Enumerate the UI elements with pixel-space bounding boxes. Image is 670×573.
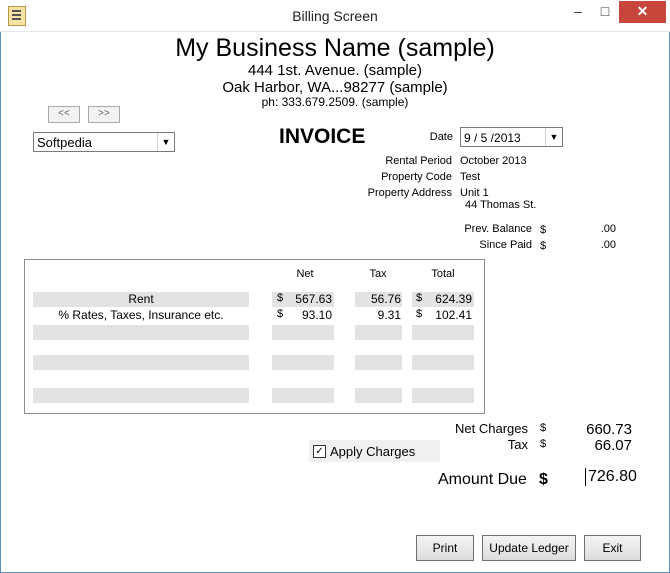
- property-address-line-2: 44 Thomas St.: [465, 199, 537, 211]
- address-line-1: 444 1st. Avenue. (sample): [248, 62, 422, 79]
- prev-balance-label: Prev. Balance: [464, 223, 532, 235]
- apply-charges-checkbox[interactable]: ✓ Apply Charges: [309, 440, 440, 462]
- charge-row-1-total: 624.39: [435, 292, 472, 306]
- charge-row-1-total-currency: $: [416, 292, 423, 304]
- charge-row-2-total-currency: $: [416, 308, 423, 320]
- date-label: Date: [429, 131, 453, 143]
- property-code-value: Test: [460, 171, 481, 183]
- prev-record-button[interactable]: <<: [48, 106, 80, 123]
- apply-charges-check-icon[interactable]: ✓: [313, 445, 326, 458]
- property-address-line-1: Unit 1: [460, 187, 489, 199]
- since-paid-label: Since Paid: [479, 239, 532, 251]
- charge-row-2-tax: 9.31: [377, 308, 401, 322]
- update-ledger-button[interactable]: Update Ledger: [482, 535, 576, 561]
- prev-balance-currency: $: [540, 224, 547, 236]
- maximize-button[interactable]: □: [592, 1, 618, 23]
- charge-row-2-total: 102.41: [435, 308, 472, 322]
- charge-row-4-tax-cell[interactable]: [355, 355, 402, 370]
- tax-total-currency: $: [540, 438, 547, 450]
- date-picker[interactable]: 9 / 5 /2013 ▼: [460, 127, 563, 147]
- charge-row-3-total-cell[interactable]: [412, 325, 474, 340]
- charge-row-2-net: 93.10: [301, 308, 332, 322]
- next-record-button[interactable]: >>: [88, 106, 120, 123]
- customer-select-value: Softpedia: [37, 135, 92, 150]
- exit-button[interactable]: Exit: [584, 535, 641, 561]
- charge-row-2-net-currency: $: [277, 308, 284, 320]
- amount-due-input[interactable]: 726.80: [585, 468, 637, 486]
- total-column-header: Total: [431, 268, 455, 280]
- tax-column-header: Tax: [369, 268, 387, 280]
- apply-charges-label[interactable]: Apply Charges: [330, 444, 415, 459]
- invoice-title: INVOICE: [279, 125, 366, 148]
- charge-row-5-net-cell[interactable]: [272, 388, 334, 403]
- net-charges-currency: $: [540, 422, 547, 434]
- since-paid-value: .00: [600, 239, 616, 251]
- chevron-down-icon[interactable]: ▼: [545, 128, 562, 146]
- title-bar: Billing Screen – □ ✕: [0, 0, 670, 32]
- charge-row-3-net-cell[interactable]: [272, 325, 334, 340]
- charge-row-5-total-cell[interactable]: [412, 388, 474, 403]
- address-line-2: Oak Harbor, WA...98277 (sample): [222, 79, 448, 96]
- amount-due-currency: $: [539, 471, 548, 488]
- charge-row-4-description[interactable]: [33, 355, 249, 370]
- close-button[interactable]: ✕: [619, 1, 666, 23]
- customer-select[interactable]: Softpedia ▼: [33, 132, 175, 152]
- charge-row-3-tax-cell[interactable]: [355, 325, 402, 340]
- charge-row-3-description[interactable]: [33, 325, 249, 340]
- tax-total-value: 66.07: [594, 437, 632, 454]
- charge-row-1-tax: 56.76: [370, 292, 401, 306]
- property-code-label: Property Code: [381, 171, 452, 183]
- amount-due-label: Amount Due: [438, 471, 527, 488]
- charge-row-2-description[interactable]: % Rates, Taxes, Insurance etc.: [33, 308, 249, 323]
- charge-row-5-tax-cell[interactable]: [355, 388, 402, 403]
- charge-row-5-description[interactable]: [33, 388, 249, 403]
- tax-total-label: Tax: [507, 437, 528, 452]
- charge-row-4-net-cell[interactable]: [272, 355, 334, 370]
- property-address-label: Property Address: [367, 187, 452, 199]
- charge-row-1-net-currency: $: [277, 292, 284, 304]
- rental-period-value: October 2013: [460, 155, 527, 167]
- date-value: 9 / 5 /2013: [464, 131, 521, 145]
- minimize-button[interactable]: –: [565, 1, 591, 23]
- net-charges-value: 660.73: [586, 421, 632, 438]
- rental-period-label: Rental Period: [385, 155, 452, 167]
- since-paid-currency: $: [540, 240, 547, 252]
- prev-balance-value: .00: [600, 223, 616, 235]
- net-charges-label: Net Charges: [455, 421, 528, 436]
- charge-row-4-total-cell[interactable]: [412, 355, 474, 370]
- business-name: My Business Name (sample): [175, 34, 495, 62]
- chevron-down-icon[interactable]: ▼: [157, 133, 174, 151]
- print-button[interactable]: Print: [416, 535, 474, 561]
- charge-row-1-net: 567.63: [295, 292, 332, 306]
- charge-row-1-description[interactable]: Rent: [33, 292, 249, 307]
- net-column-header: Net: [296, 268, 314, 280]
